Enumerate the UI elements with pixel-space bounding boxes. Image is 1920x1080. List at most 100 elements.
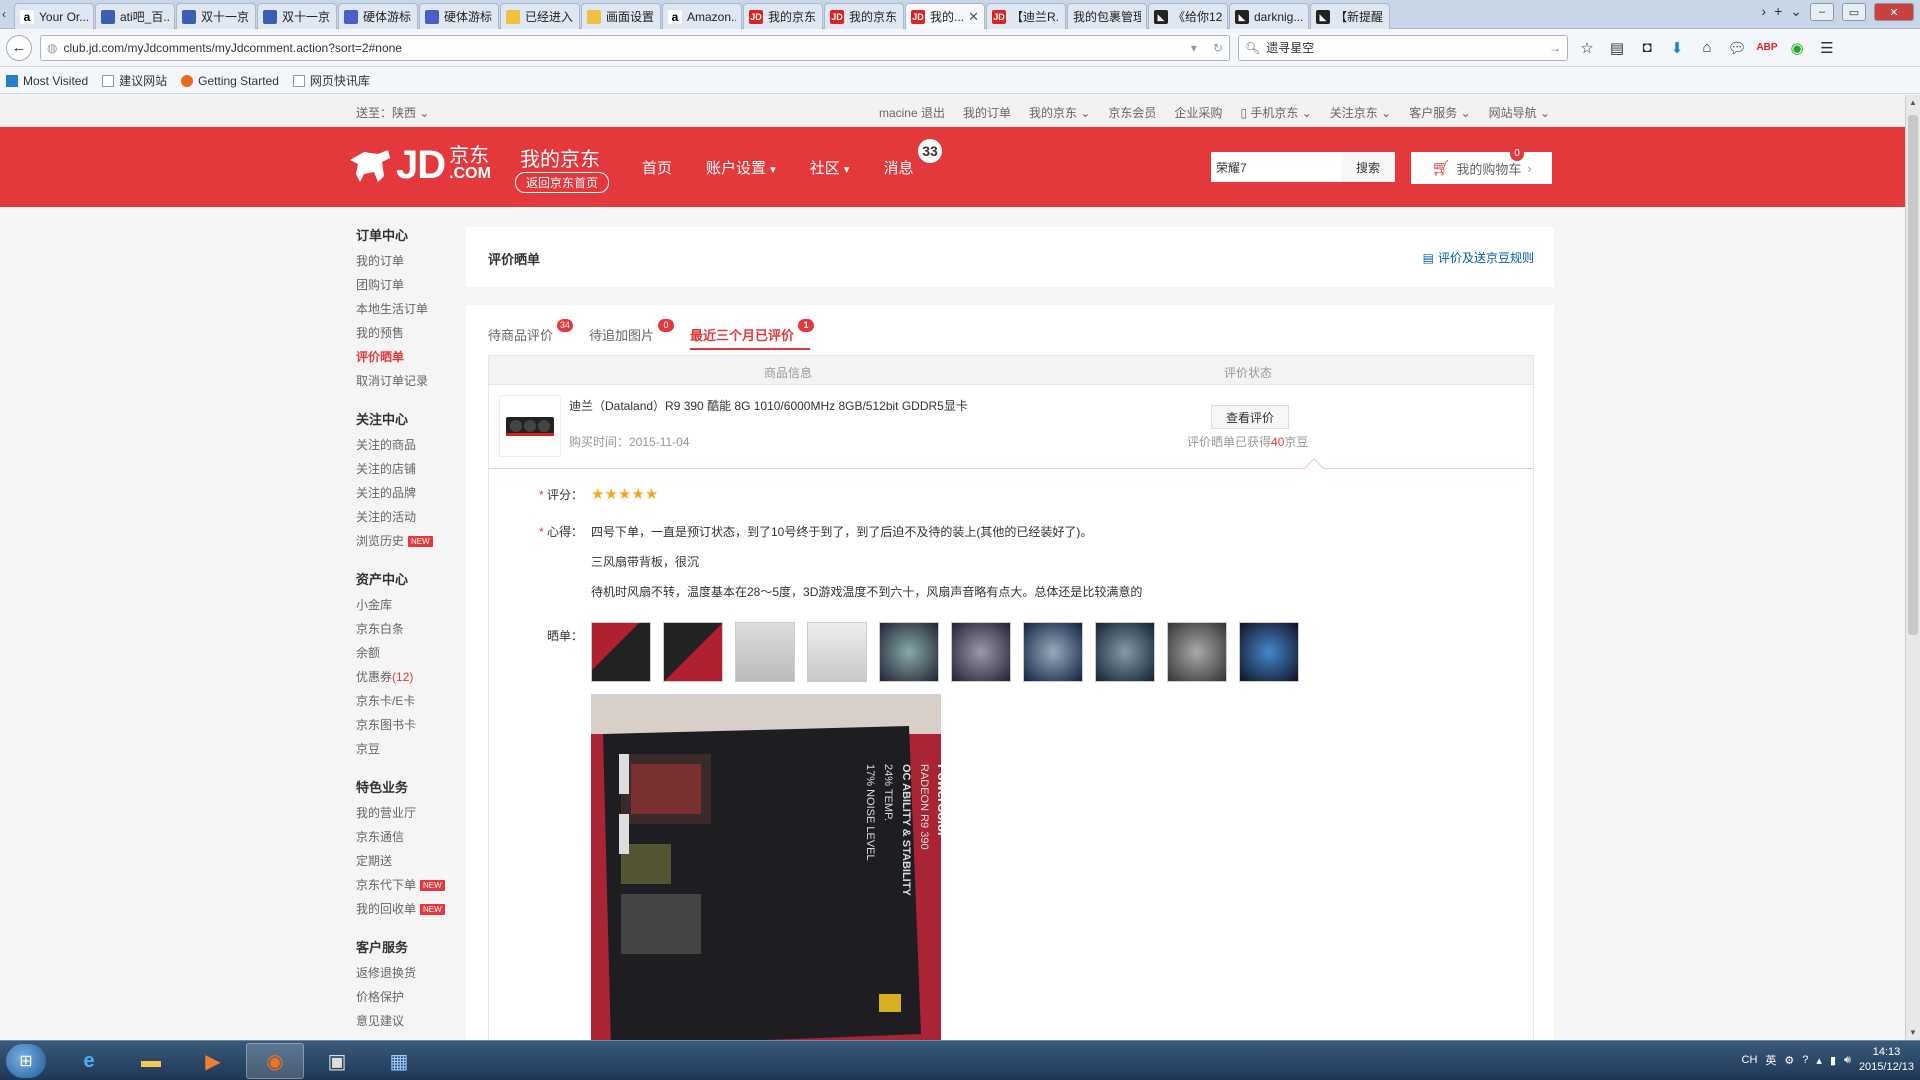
bookmark-most-visited[interactable]: Most Visited	[6, 74, 88, 88]
nav-account-settings[interactable]: 账户设置 ▾	[706, 157, 776, 178]
sidebar-item[interactable]: 定期送	[356, 849, 466, 873]
topbar-link[interactable]: 我的京东 ⌄	[1029, 104, 1090, 121]
enlarged-photo[interactable]: PowerColor RADEON R9 390 OC ABILITY & ST…	[591, 694, 941, 1040]
maximize-button[interactable]: ▭	[1842, 3, 1866, 21]
home-icon[interactable]: ⌂	[1696, 37, 1718, 59]
photo-thumbnail[interactable]	[1239, 622, 1299, 682]
chat-icon[interactable]: 💬︎	[1726, 37, 1748, 59]
clock[interactable]: 14:13 2015/12/13	[1859, 1045, 1914, 1075]
view-review-button[interactable]: 查看评价	[1211, 405, 1289, 429]
browser-tab[interactable]: 双十一京...	[176, 3, 256, 29]
review-tab[interactable]: 最近三个月已评价 1	[690, 319, 815, 350]
scroll-up-icon[interactable]: ▲	[1909, 98, 1917, 107]
topbar-link[interactable]: 企业采购	[1174, 104, 1222, 121]
sidebar-item[interactable]: 关注的活动	[356, 505, 466, 529]
rules-link[interactable]: ▤ 评价及送京豆规则	[1423, 249, 1534, 266]
app-window-icon[interactable]: ▦	[370, 1043, 428, 1079]
media-player-icon[interactable]: ▶	[184, 1043, 242, 1079]
page-scrollbar[interactable]: ▲ ▼	[1905, 95, 1920, 1040]
photo-thumbnail[interactable]	[879, 622, 939, 682]
pocket-icon[interactable]: ◘	[1636, 37, 1658, 59]
tab-list-icon[interactable]: ⌄	[1790, 3, 1802, 21]
browser-tab[interactable]: ati吧_百...	[95, 3, 175, 29]
topbar-link[interactable]: macine 退出	[879, 104, 945, 121]
browser-tab[interactable]: 已经进入...	[500, 3, 580, 29]
sidebar-item[interactable]: 价格保护	[356, 985, 466, 1009]
back-home-link[interactable]: 返回京东首页	[515, 172, 610, 193]
nav-home[interactable]: 首页	[642, 157, 672, 178]
sidebar-item[interactable]: 意见建议	[356, 1009, 466, 1033]
bookmark-getting-started[interactable]: Getting Started	[181, 74, 279, 88]
browser-tab[interactable]: a Your Or...	[14, 3, 94, 29]
firefox-icon[interactable]: ◉	[246, 1043, 304, 1079]
photo-thumbnail[interactable]	[663, 622, 723, 682]
sidebar-item[interactable]: 小金库	[356, 593, 466, 617]
topbar-link[interactable]: 关注京东 ⌄	[1330, 104, 1391, 121]
sidebar-item[interactable]: 京东通信	[356, 825, 466, 849]
jd-search-button[interactable]: 搜索	[1341, 152, 1395, 182]
photo-thumbnail[interactable]	[1023, 622, 1083, 682]
internet-explorer-icon[interactable]: e	[60, 1043, 118, 1079]
browser-search-box[interactable]: 🔍︎ 遗寻星空 →	[1238, 34, 1568, 61]
sidebar-item[interactable]: 关注的店铺	[356, 457, 466, 481]
topbar-link[interactable]: 京东会员	[1108, 104, 1156, 121]
cart-button[interactable]: 🛒︎ 我的购物车 › 0	[1411, 147, 1552, 184]
photo-thumbnail[interactable]	[735, 622, 795, 682]
search-go-icon[interactable]: →	[1549, 41, 1561, 55]
sidebar-item[interactable]: 京豆	[356, 737, 466, 761]
url-bar[interactable]: ◍ club.jd.com/myJdcomments/myJdcomment.a…	[40, 34, 1230, 61]
sidebar-item[interactable]: 余额	[356, 641, 466, 665]
sidebar-item[interactable]: 团购订单	[356, 273, 466, 297]
addon-icon[interactable]: ◉	[1786, 37, 1808, 59]
sidebar-item[interactable]: 返修退换货	[356, 961, 466, 985]
browser-tab[interactable]: 硬体游标...	[338, 3, 418, 29]
sidebar-item[interactable]: 评价晒单	[356, 345, 466, 369]
reload-icon[interactable]: ↻	[1213, 41, 1223, 55]
sidebar-item[interactable]: 取消订单记录	[356, 369, 466, 393]
sidebar-item[interactable]: 关注的商品	[356, 433, 466, 457]
network-icon[interactable]: ▮	[1830, 1054, 1836, 1067]
browser-tab[interactable]: ◣ 《给你12...	[1148, 3, 1228, 29]
downloads-icon[interactable]: ⬇	[1666, 37, 1688, 59]
sidebar-item[interactable]: 我的订单	[356, 249, 466, 273]
nav-messages[interactable]: 消息	[883, 157, 913, 178]
photo-thumbnail[interactable]	[951, 622, 1011, 682]
photo-thumbnail[interactable]	[807, 622, 867, 682]
sidebar-item[interactable]: 本地生活订单	[356, 297, 466, 321]
photo-thumbnail[interactable]	[591, 622, 651, 682]
nav-community[interactable]: 社区 ▾	[810, 157, 850, 178]
sidebar-item[interactable]: 浏览历史 NEW	[356, 529, 466, 553]
scrollbar-thumb[interactable]	[1908, 115, 1918, 635]
start-button[interactable]: ⊞	[6, 1044, 46, 1078]
ime-mode[interactable]: 英	[1765, 1052, 1776, 1068]
scroll-down-icon[interactable]: ▼	[1909, 1028, 1917, 1037]
browser-tab[interactable]: ◣ 【新提醒...	[1310, 3, 1390, 29]
adblock-icon[interactable]: ABP	[1756, 37, 1778, 59]
show-hidden-icons[interactable]: ▴	[1816, 1054, 1822, 1067]
browser-tab[interactable]: ◣ darknig...	[1229, 3, 1309, 29]
review-tab[interactable]: 待商品评价 34	[488, 319, 574, 350]
browser-tab[interactable]: 硬体游标...	[419, 3, 499, 29]
tray-icon[interactable]: ⚙	[1784, 1054, 1794, 1067]
volume-icon[interactable]: 🔊︎	[1844, 1054, 1851, 1067]
tab-scroll-right-icon[interactable]: ›	[1761, 3, 1766, 21]
close-tab-icon[interactable]: ✕	[968, 9, 979, 25]
browser-tab[interactable]: 我的包裹管理...	[1067, 3, 1147, 29]
reading-list-icon[interactable]: ▤	[1606, 37, 1628, 59]
browser-tab[interactable]: JD 我的... ✕	[905, 3, 985, 29]
help-icon[interactable]: ?	[1802, 1054, 1808, 1066]
sidebar-item[interactable]: 优惠券 (12)	[356, 665, 466, 689]
sidebar-item[interactable]: 我的预售	[356, 321, 466, 345]
close-window-button[interactable]: ✕	[1874, 3, 1914, 21]
photo-thumbnail[interactable]	[1095, 622, 1155, 682]
history-dropdown-icon[interactable]: ▾	[1191, 41, 1197, 55]
sidebar-item[interactable]: 京东代下单 NEW	[356, 873, 466, 897]
menu-icon[interactable]: ☰	[1816, 37, 1838, 59]
topbar-link[interactable]: 我的订单	[963, 104, 1011, 121]
topbar-link[interactable]: 网站导航 ⌄	[1489, 104, 1550, 121]
bookmark-suggested-sites[interactable]: 建议网站	[102, 72, 167, 89]
file-explorer-icon[interactable]: ▬	[122, 1043, 180, 1079]
sidebar-item[interactable]: 我的营业厅	[356, 801, 466, 825]
ship-to-selector[interactable]: 送至：陕西 ⌄	[356, 104, 429, 121]
back-button[interactable]: ←	[6, 34, 32, 61]
